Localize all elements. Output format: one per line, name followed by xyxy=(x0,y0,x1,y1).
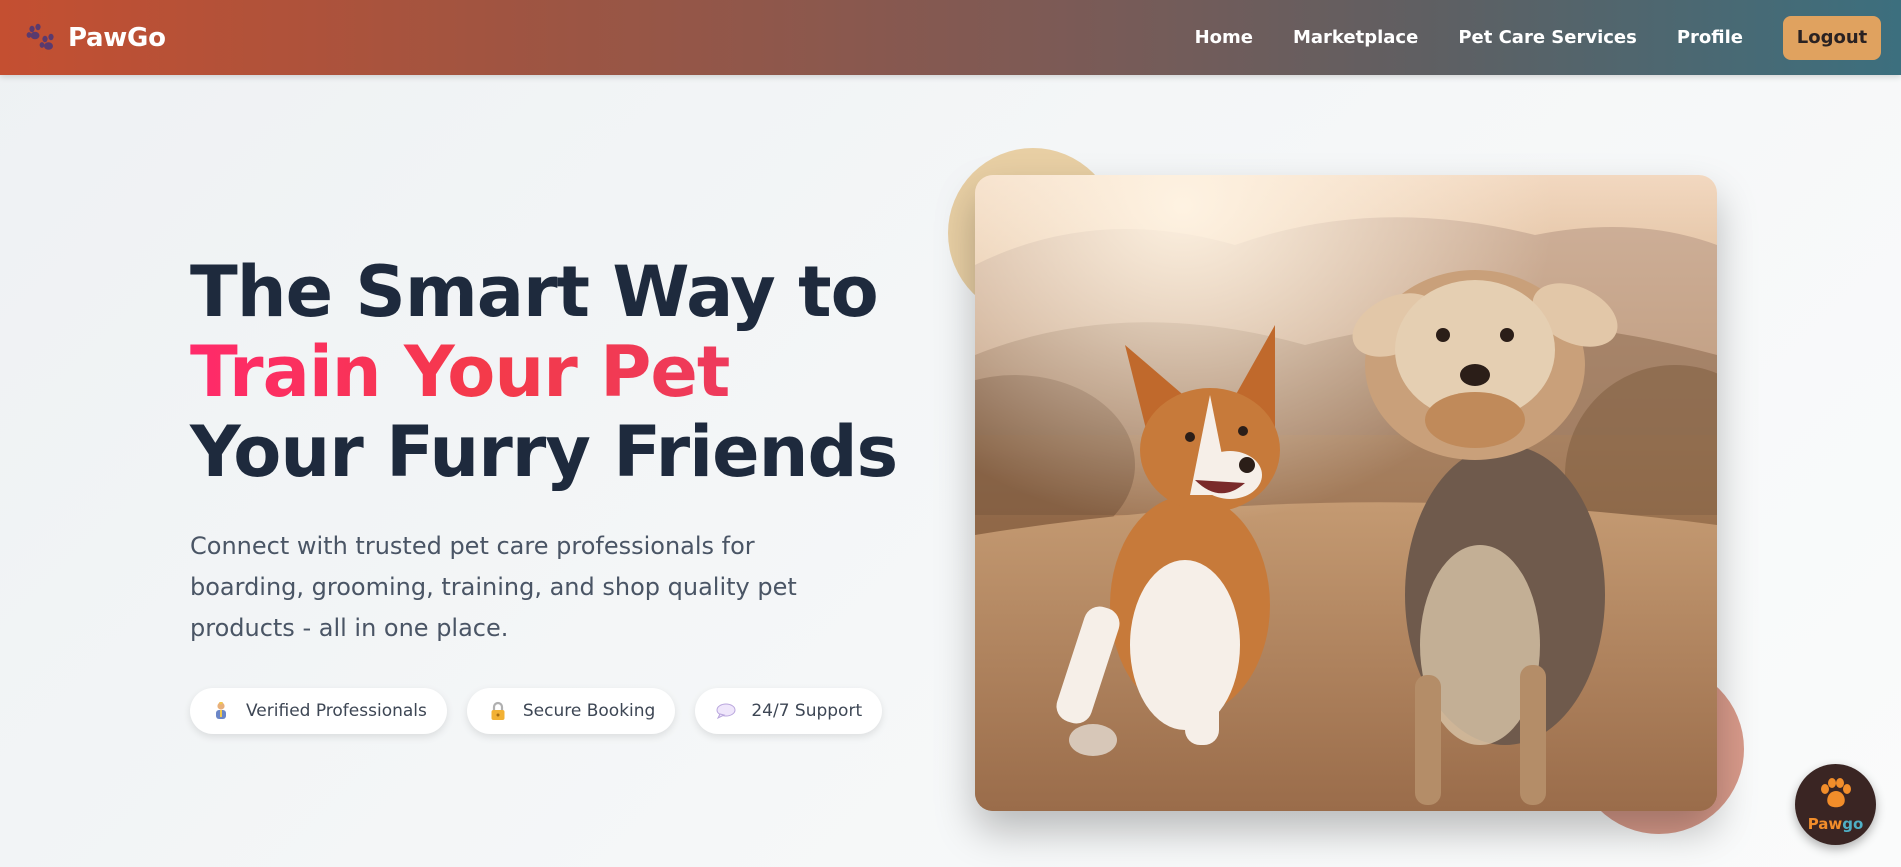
badge-label-part-1: Paw xyxy=(1807,814,1843,833)
nav-profile[interactable]: Profile xyxy=(1677,27,1743,48)
hero-dogs-image xyxy=(975,175,1717,811)
pawgo-badge-label: Pawgo xyxy=(1808,815,1864,833)
pawgo-chat-button[interactable]: Pawgo xyxy=(1795,764,1876,845)
hero-subtitle: Connect with trusted pet care profession… xyxy=(190,532,797,642)
feature-label-secure: Secure Booking xyxy=(522,701,656,721)
hero-title-highlight: Train Your Pet xyxy=(190,331,730,413)
hero-title-line-3: Your Furry Friends xyxy=(190,411,898,493)
logout-button[interactable]: Logout xyxy=(1783,15,1881,60)
nav-marketplace[interactable]: Marketplace xyxy=(1293,27,1418,48)
main-nav: Home Marketplace Pet Care Services Profi… xyxy=(1155,15,1881,60)
paw-icon xyxy=(1817,777,1855,813)
brand-name: PawGo xyxy=(68,22,166,53)
brand-logo[interactable]: PawGo xyxy=(24,21,166,55)
badge-label-part-2: go xyxy=(1842,814,1864,833)
hero-title-line-1: The Smart Way to xyxy=(190,251,879,333)
feature-pills: Verified Professionals Secure Booking 24… xyxy=(190,688,902,734)
paw-prints-icon xyxy=(24,21,58,55)
speech-bubble-icon xyxy=(715,700,737,722)
nav-pet-care-services[interactable]: Pet Care Services xyxy=(1458,27,1637,48)
hero-title: The Smart Way to Train Your Pet Your Fur… xyxy=(190,251,898,493)
nav-home[interactable]: Home xyxy=(1195,27,1253,48)
lock-icon xyxy=(487,700,509,722)
feature-pill-secure: Secure Booking xyxy=(466,688,676,734)
feature-label-verified: Verified Professionals xyxy=(246,701,427,721)
feature-pill-verified: Verified Professionals xyxy=(190,688,447,734)
feature-label-support: 24/7 Support xyxy=(751,701,863,721)
professional-person-icon xyxy=(210,700,232,722)
top-navbar: PawGo Home Marketplace Pet Care Services… xyxy=(0,0,1901,75)
feature-pill-support: 24/7 Support xyxy=(695,688,883,734)
